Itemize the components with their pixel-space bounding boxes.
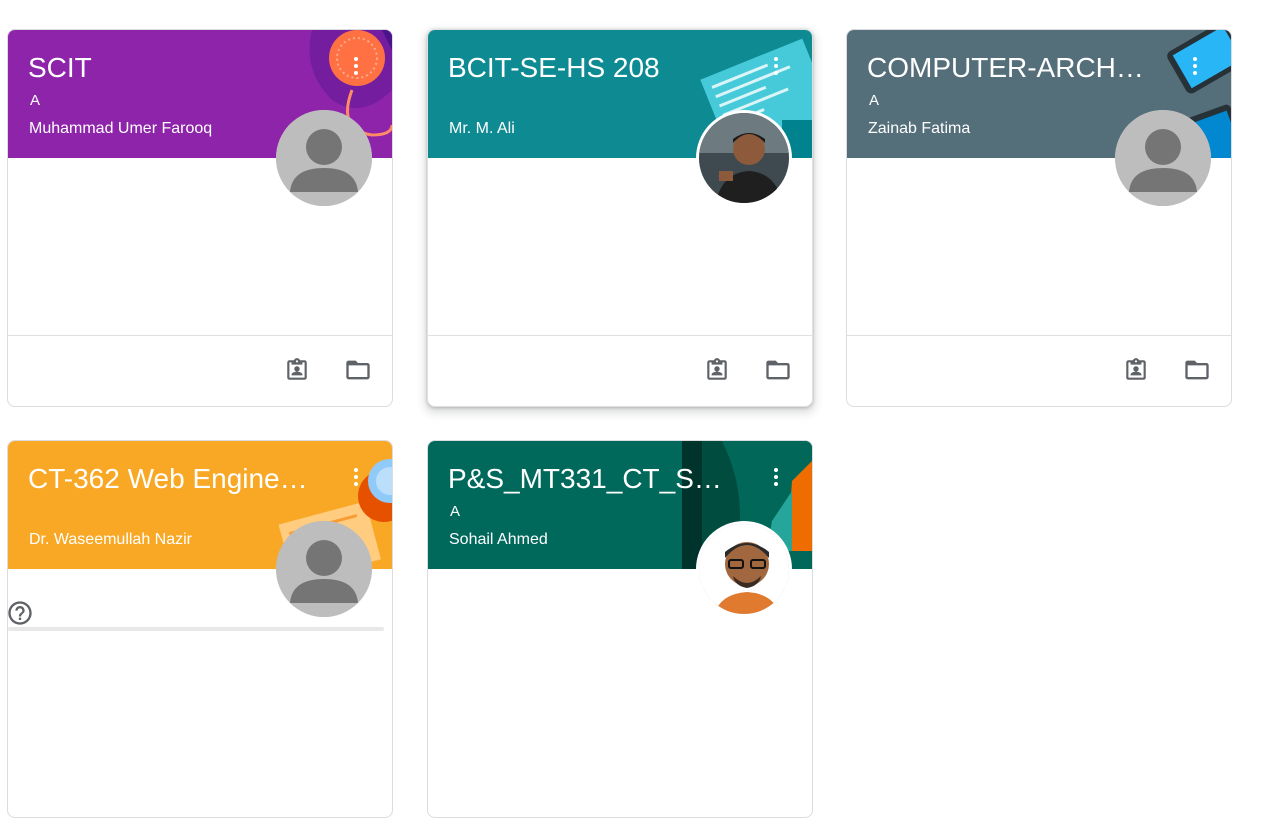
class-title[interactable]: BCIT-SE-HS 208: [448, 50, 748, 86]
teacher-name: Dr. Waseemullah Nazir: [29, 531, 193, 548]
class-title[interactable]: P&S_MT331_CT_SS_2022: [448, 461, 734, 497]
more-options-button[interactable]: [344, 54, 368, 78]
horizontal-scrollbar[interactable]: [8, 627, 384, 631]
class-section: A: [450, 503, 461, 520]
class-section: A: [30, 92, 41, 109]
default-avatar-icon: [276, 521, 372, 617]
class-card[interactable]: SCIT A Muhammad Umer Farooq: [7, 29, 393, 407]
default-avatar-icon: [276, 110, 372, 206]
class-card[interactable]: COMPUTER-ARCHITECTURE A Zainab Fatima: [846, 29, 1232, 407]
default-avatar-icon: [1115, 110, 1211, 206]
folder-icon[interactable]: [1181, 354, 1213, 386]
class-card[interactable]: BCIT-SE-HS 208 Mr. M. Ali: [427, 29, 813, 407]
teacher-photo-avatar: [696, 110, 792, 206]
teacher-photo: [699, 524, 789, 614]
class-title[interactable]: COMPUTER-ARCHITECTURE: [867, 50, 1145, 86]
more-options-button[interactable]: [764, 465, 788, 489]
assignment-ind-icon[interactable]: [701, 354, 733, 386]
class-title[interactable]: SCIT: [28, 50, 328, 86]
teacher-photo-avatar: [696, 521, 792, 617]
more-options-button[interactable]: [344, 465, 368, 489]
more-options-button[interactable]: [1183, 54, 1207, 78]
assignment-ind-icon[interactable]: [1120, 354, 1152, 386]
class-card-footer: [847, 335, 1231, 406]
teacher-avatar: [276, 521, 372, 617]
teacher-name: Mr. M. Ali: [449, 120, 515, 137]
teacher-avatar: [1115, 110, 1211, 206]
teacher-photo: [699, 113, 789, 203]
teacher-name: Zainab Fatima: [868, 120, 971, 137]
folder-icon[interactable]: [762, 354, 794, 386]
teacher-name: Muhammad Umer Farooq: [29, 120, 213, 137]
more-options-button[interactable]: [764, 54, 788, 78]
teacher-avatar: [276, 110, 372, 206]
class-card-footer: [8, 335, 392, 406]
class-title[interactable]: CT-362 Web Engineering: [28, 461, 316, 497]
class-card[interactable]: P&S_MT331_CT_SS_2022 A Sohail Ahmed: [427, 440, 813, 818]
assignment-ind-icon[interactable]: [281, 354, 313, 386]
class-section: A: [869, 92, 880, 109]
folder-icon[interactable]: [342, 354, 374, 386]
help-icon[interactable]: [6, 599, 34, 627]
class-card-footer: [428, 335, 812, 406]
teacher-name: Sohail Ahmed: [449, 531, 548, 548]
